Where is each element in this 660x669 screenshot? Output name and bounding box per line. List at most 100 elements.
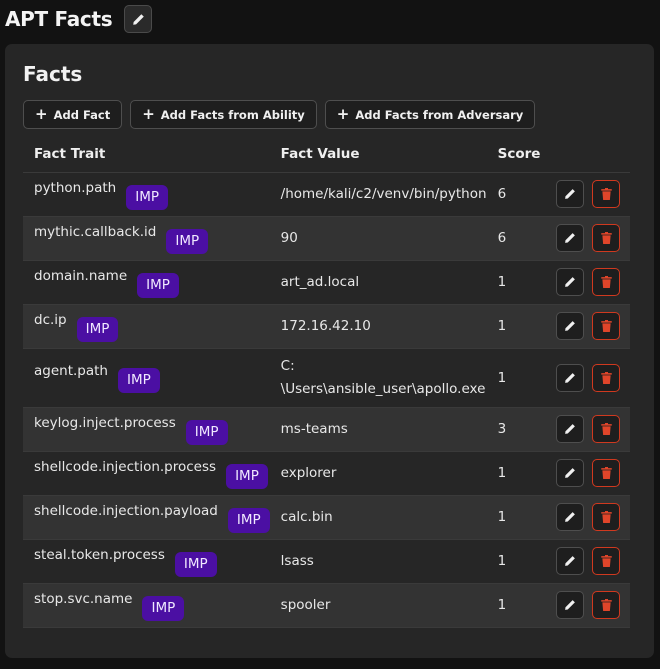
imp-badge: IMP [227,507,270,533]
fact-value: spooler [269,583,487,628]
fact-score: 1 [486,348,542,408]
edit-fact-button[interactable] [556,415,584,443]
page-header: APT Facts [5,5,153,33]
add-facts-from-ability-button[interactable]: + Add Facts from Ability [130,100,317,129]
fact-trait: keylog.inject.process [34,414,176,431]
edit-fact-button[interactable] [556,459,584,487]
pencil-icon [565,556,575,566]
trash-icon [600,276,612,288]
fact-trait: python.path [34,179,117,196]
fact-score: 1 [486,539,542,584]
panel-title: Facts [23,62,83,86]
facts-toolbar: + Add Fact + Add Facts from Ability + Ad… [23,100,536,129]
fact-score: 1 [486,260,542,305]
edit-fact-button[interactable] [556,268,584,296]
fact-actions-cell [541,495,630,540]
facts-panel: Facts + Add Fact + Add Facts from Abilit… [5,44,654,658]
fact-actions-cell [541,451,630,496]
fact-trait: steal.token.process [34,546,165,563]
imp-badge: IMP [76,316,119,342]
pencil-icon [565,600,575,610]
fact-score: 1 [486,304,542,349]
fact-trait: dc.ip [34,311,67,328]
delete-fact-button[interactable] [592,363,620,392]
column-header-score: Score [486,136,542,173]
edit-fact-button[interactable] [556,312,584,340]
imp-badge: IMP [126,184,168,210]
trash-icon [600,511,612,523]
fact-actions-cell [541,348,630,408]
imp-badge: IMP [117,368,160,393]
column-header-actions [541,136,630,173]
fact-trait-cell: stop.svc.name IMP [23,583,270,628]
edit-fact-button[interactable] [556,363,584,392]
trash-icon [600,320,612,332]
trash-icon [600,371,612,384]
delete-fact-button[interactable] [592,547,620,575]
delete-fact-button[interactable] [592,459,620,487]
fact-actions-cell [541,260,630,305]
fact-value-line: \Users\ansible_user\apollo.exe [280,380,486,397]
edit-title-button[interactable] [124,5,153,33]
add-facts-from-adversary-label: Add Facts from Adversary [355,107,524,122]
trash-icon [600,423,612,435]
edit-fact-button[interactable] [556,180,584,208]
add-fact-label: Add Fact [53,107,111,122]
edit-fact-button[interactable] [556,503,584,531]
table-row-mythic-callback-id: mythic.callback.id IMP 90 6 [23,216,630,261]
fact-score: 1 [486,451,542,496]
fact-trait-cell: keylog.inject.process IMP [23,407,270,452]
table-row-agent-path: agent.path IMP C: \Users\ansible_user\apo… [23,348,630,408]
fact-trait: shellcode.injection.payload [34,502,218,519]
trash-icon [600,555,612,567]
table-row-steal-token-process: steal.token.process IMP lsass 1 [23,539,630,584]
fact-trait-cell: steal.token.process IMP [23,539,270,584]
fact-actions-cell [541,216,630,261]
delete-fact-button[interactable] [592,415,620,443]
fact-trait: stop.svc.name [34,590,133,607]
table-row-shellcode-injection-process: shellcode.injection.process IMP explorer… [23,451,630,496]
table-row-domain-name: domain.name IMP art_ad.local 1 [23,260,630,305]
table-row-keylog-inject-process: keylog.inject.process IMP ms-teams 3 [23,407,630,452]
add-facts-from-adversary-button[interactable]: + Add Facts from Adversary [324,100,536,129]
fact-trait-cell: python.path IMP [23,172,270,217]
fact-actions-cell [541,304,630,349]
imp-badge: IMP [226,463,268,489]
fact-score: 1 [486,583,542,628]
fact-trait-cell: shellcode.injection.payload IMP [23,495,270,540]
delete-fact-button[interactable] [592,503,620,531]
fact-score: 3 [486,407,542,452]
trash-icon [600,232,612,244]
add-fact-button[interactable]: + Add Fact [23,100,123,129]
fact-value: art_ad.local [269,260,487,305]
add-facts-from-ability-label: Add Facts from Ability [160,107,305,122]
fact-value: 172.16.42.10 [269,304,487,349]
pencil-icon [565,424,575,434]
facts-table: Fact Trait Fact Value Score python.path … [23,136,630,628]
plus-icon: + [336,104,350,123]
column-header-trait: Fact Trait [23,136,270,173]
delete-fact-button[interactable] [592,591,620,619]
fact-trait: domain.name [34,267,128,284]
delete-fact-button[interactable] [592,312,620,340]
pencil-icon [565,321,575,331]
column-header-value: Fact Value [269,136,487,173]
table-row-dc-ip: dc.ip IMP 172.16.42.10 1 [23,304,630,349]
fact-value-line: C: [280,357,295,374]
plus-icon: + [35,104,48,123]
fact-value: C: \Users\ansible_user\apollo.exe [269,348,487,408]
plus-icon: + [142,104,155,123]
pencil-icon [565,512,575,522]
pencil-icon [133,13,144,25]
fact-trait-cell: agent.path IMP [23,348,270,408]
delete-fact-button[interactable] [592,224,620,252]
delete-fact-button[interactable] [592,180,620,208]
imp-badge: IMP [142,595,185,621]
edit-fact-button[interactable] [556,591,584,619]
delete-fact-button[interactable] [592,268,620,296]
fact-value: 90 [269,216,487,261]
edit-fact-button[interactable] [556,547,584,575]
fact-value: calc.bin [269,495,487,540]
edit-fact-button[interactable] [556,224,584,252]
pencil-icon [565,189,575,199]
